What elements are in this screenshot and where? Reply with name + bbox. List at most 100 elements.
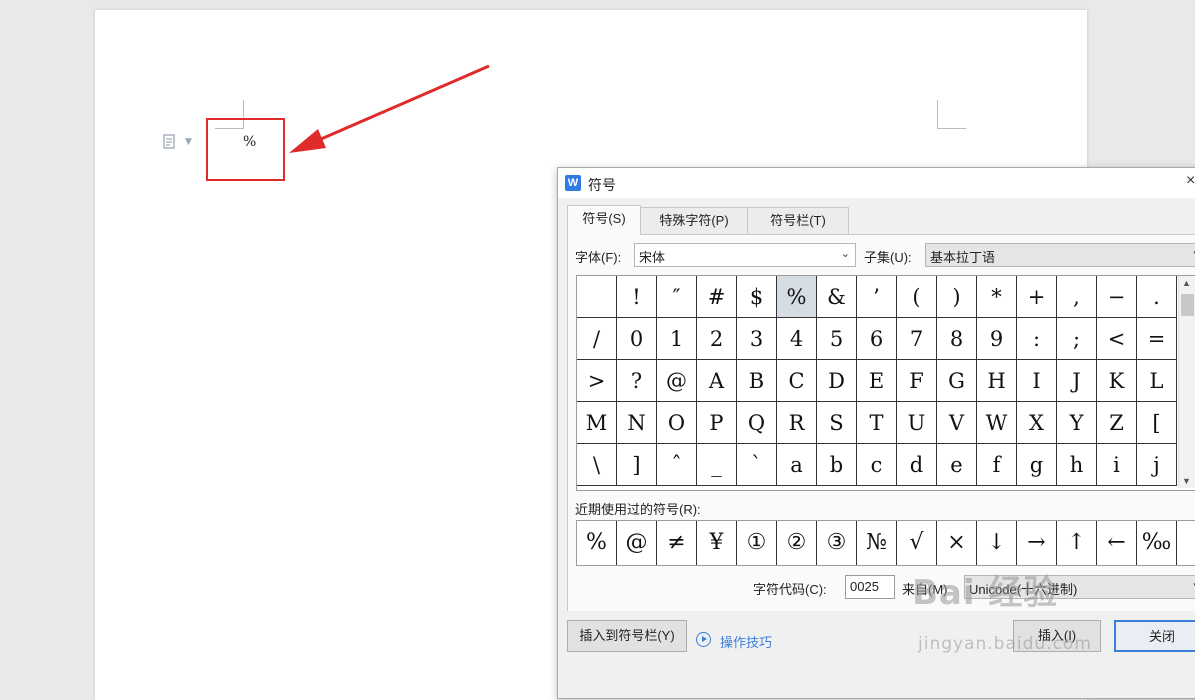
- char-code-input[interactable]: 0025: [845, 575, 895, 599]
- symbol-cell[interactable]: @: [657, 360, 697, 402]
- symbol-grid-scrollbar[interactable]: ▲ ▼: [1178, 276, 1195, 488]
- symbol-cell[interactable]: <: [1097, 318, 1137, 360]
- symbol-cell[interactable]: 5: [817, 318, 857, 360]
- dialog-titlebar[interactable]: W 符号 ×: [558, 168, 1195, 198]
- insert-to-bar-button[interactable]: 插入到符号栏(Y): [567, 620, 687, 652]
- recent-symbol-cell[interactable]: ①: [737, 521, 777, 565]
- symbol-cell[interactable]: b: [817, 444, 857, 486]
- symbol-cell[interactable]: A: [697, 360, 737, 402]
- symbol-cell[interactable]: j: [1137, 444, 1177, 486]
- subset-select[interactable]: 基本拉丁语 ▾: [925, 243, 1195, 267]
- symbol-cell[interactable]: D: [817, 360, 857, 402]
- paragraph-layout-icon[interactable]: [163, 134, 177, 150]
- recent-symbol-cell[interactable]: %: [577, 521, 617, 565]
- symbol-cell[interactable]: U: [897, 402, 937, 444]
- symbol-grid[interactable]: ! ″ # $% &’() * +, −. /0 1 2 3 4 5 6 7 8 9:; < = >? @ A B C D E F G H…: [576, 275, 1195, 491]
- recent-symbol-cell[interactable]: √: [897, 521, 937, 565]
- symbol-cell[interactable]: ?: [617, 360, 657, 402]
- symbol-cell[interactable]: 0: [617, 318, 657, 360]
- recent-symbol-cell[interactable]: ↑: [1057, 521, 1097, 565]
- symbol-cell[interactable]: 2: [697, 318, 737, 360]
- chevron-down-icon[interactable]: ▼: [185, 137, 192, 147]
- scroll-down-icon[interactable]: ▼: [1182, 476, 1191, 486]
- symbol-cell[interactable]: O: [657, 402, 697, 444]
- recent-symbols-grid[interactable]: % @ ≠ ¥ ① ② ③ № √ × ↓ → ↑ ← ‰: [576, 520, 1195, 566]
- symbol-cell[interactable]: i: [1097, 444, 1137, 486]
- symbol-cell[interactable]: c: [857, 444, 897, 486]
- symbol-cell[interactable]: (: [897, 276, 937, 318]
- symbol-cell[interactable]: Y: [1057, 402, 1097, 444]
- recent-symbol-cell[interactable]: ‰: [1137, 521, 1177, 565]
- symbol-cell[interactable]: >: [577, 360, 617, 402]
- symbol-cell[interactable]: \: [577, 444, 617, 486]
- symbol-cell[interactable]: =: [1137, 318, 1177, 360]
- symbol-cell[interactable]: *: [977, 276, 1017, 318]
- symbol-cell[interactable]: H: [977, 360, 1017, 402]
- symbol-cell[interactable]: h: [1057, 444, 1097, 486]
- symbol-cell[interactable]: 4: [777, 318, 817, 360]
- symbol-cell[interactable]: .: [1137, 276, 1177, 318]
- symbol-cell[interactable]: ]: [617, 444, 657, 486]
- symbol-cell[interactable]: E: [857, 360, 897, 402]
- recent-symbol-cell[interactable]: ¥: [697, 521, 737, 565]
- symbol-cell[interactable]: &: [817, 276, 857, 318]
- symbol-cell[interactable]: M: [577, 402, 617, 444]
- symbol-cell[interactable]: C: [777, 360, 817, 402]
- symbol-cell[interactable]: P: [697, 402, 737, 444]
- symbol-cell[interactable]: !: [617, 276, 657, 318]
- symbol-cell[interactable]: 7: [897, 318, 937, 360]
- symbol-cell[interactable]: `: [737, 444, 777, 486]
- symbol-cell[interactable]: 6: [857, 318, 897, 360]
- symbol-cell[interactable]: J: [1057, 360, 1097, 402]
- symbol-cell[interactable]: ,: [1057, 276, 1097, 318]
- close-button[interactable]: 关闭: [1114, 620, 1195, 652]
- symbol-cell[interactable]: ″: [657, 276, 697, 318]
- symbol-cell[interactable]: G: [937, 360, 977, 402]
- symbol-cell[interactable]: Z: [1097, 402, 1137, 444]
- symbol-cell[interactable]: V: [937, 402, 977, 444]
- symbol-cell[interactable]: 3: [737, 318, 777, 360]
- symbol-cell[interactable]: T: [857, 402, 897, 444]
- symbol-cell[interactable]: ;: [1057, 318, 1097, 360]
- symbol-cell[interactable]: [: [1137, 402, 1177, 444]
- tips-link[interactable]: 操作技巧: [720, 632, 772, 651]
- symbol-cell[interactable]: ˆ: [657, 444, 697, 486]
- symbol-cell[interactable]: /: [577, 318, 617, 360]
- symbol-cell[interactable]: a: [777, 444, 817, 486]
- symbol-cell[interactable]: B: [737, 360, 777, 402]
- tab-symbols[interactable]: 符号(S): [567, 205, 641, 235]
- symbol-cell[interactable]: I: [1017, 360, 1057, 402]
- symbol-cell[interactable]: +: [1017, 276, 1057, 318]
- recent-symbol-cell[interactable]: ×: [937, 521, 977, 565]
- scrollbar-thumb[interactable]: [1181, 294, 1194, 316]
- symbol-cell[interactable]: d: [897, 444, 937, 486]
- tab-symbol-bar[interactable]: 符号栏(T): [747, 207, 849, 234]
- symbol-cell[interactable]: f: [977, 444, 1017, 486]
- symbol-cell[interactable]: W: [977, 402, 1017, 444]
- symbol-cell[interactable]: −: [1097, 276, 1137, 318]
- recent-symbol-cell[interactable]: ≠: [657, 521, 697, 565]
- symbol-cell[interactable]: R: [777, 402, 817, 444]
- symbol-cell[interactable]: 1: [657, 318, 697, 360]
- symbol-cell[interactable]: 9: [977, 318, 1017, 360]
- symbol-cell[interactable]: ): [937, 276, 977, 318]
- recent-symbol-cell[interactable]: №: [857, 521, 897, 565]
- recent-symbol-cell[interactable]: @: [617, 521, 657, 565]
- symbol-cell[interactable]: :: [1017, 318, 1057, 360]
- symbol-cell[interactable]: _: [697, 444, 737, 486]
- recent-symbol-cell[interactable]: ②: [777, 521, 817, 565]
- symbol-cell[interactable]: %: [777, 276, 817, 318]
- symbol-cell[interactable]: g: [1017, 444, 1057, 486]
- play-circle-icon[interactable]: [696, 632, 711, 647]
- tab-special-chars[interactable]: 特殊字符(P): [639, 207, 749, 234]
- symbol-cell[interactable]: ’: [857, 276, 897, 318]
- symbol-cell[interactable]: X: [1017, 402, 1057, 444]
- symbol-cell[interactable]: [577, 276, 617, 318]
- symbol-cell[interactable]: $: [737, 276, 777, 318]
- symbol-cell[interactable]: K: [1097, 360, 1137, 402]
- symbol-cell[interactable]: 8: [937, 318, 977, 360]
- recent-symbol-cell[interactable]: ←: [1097, 521, 1137, 565]
- symbol-cell[interactable]: N: [617, 402, 657, 444]
- symbol-cell[interactable]: Q: [737, 402, 777, 444]
- recent-symbol-cell[interactable]: →: [1017, 521, 1057, 565]
